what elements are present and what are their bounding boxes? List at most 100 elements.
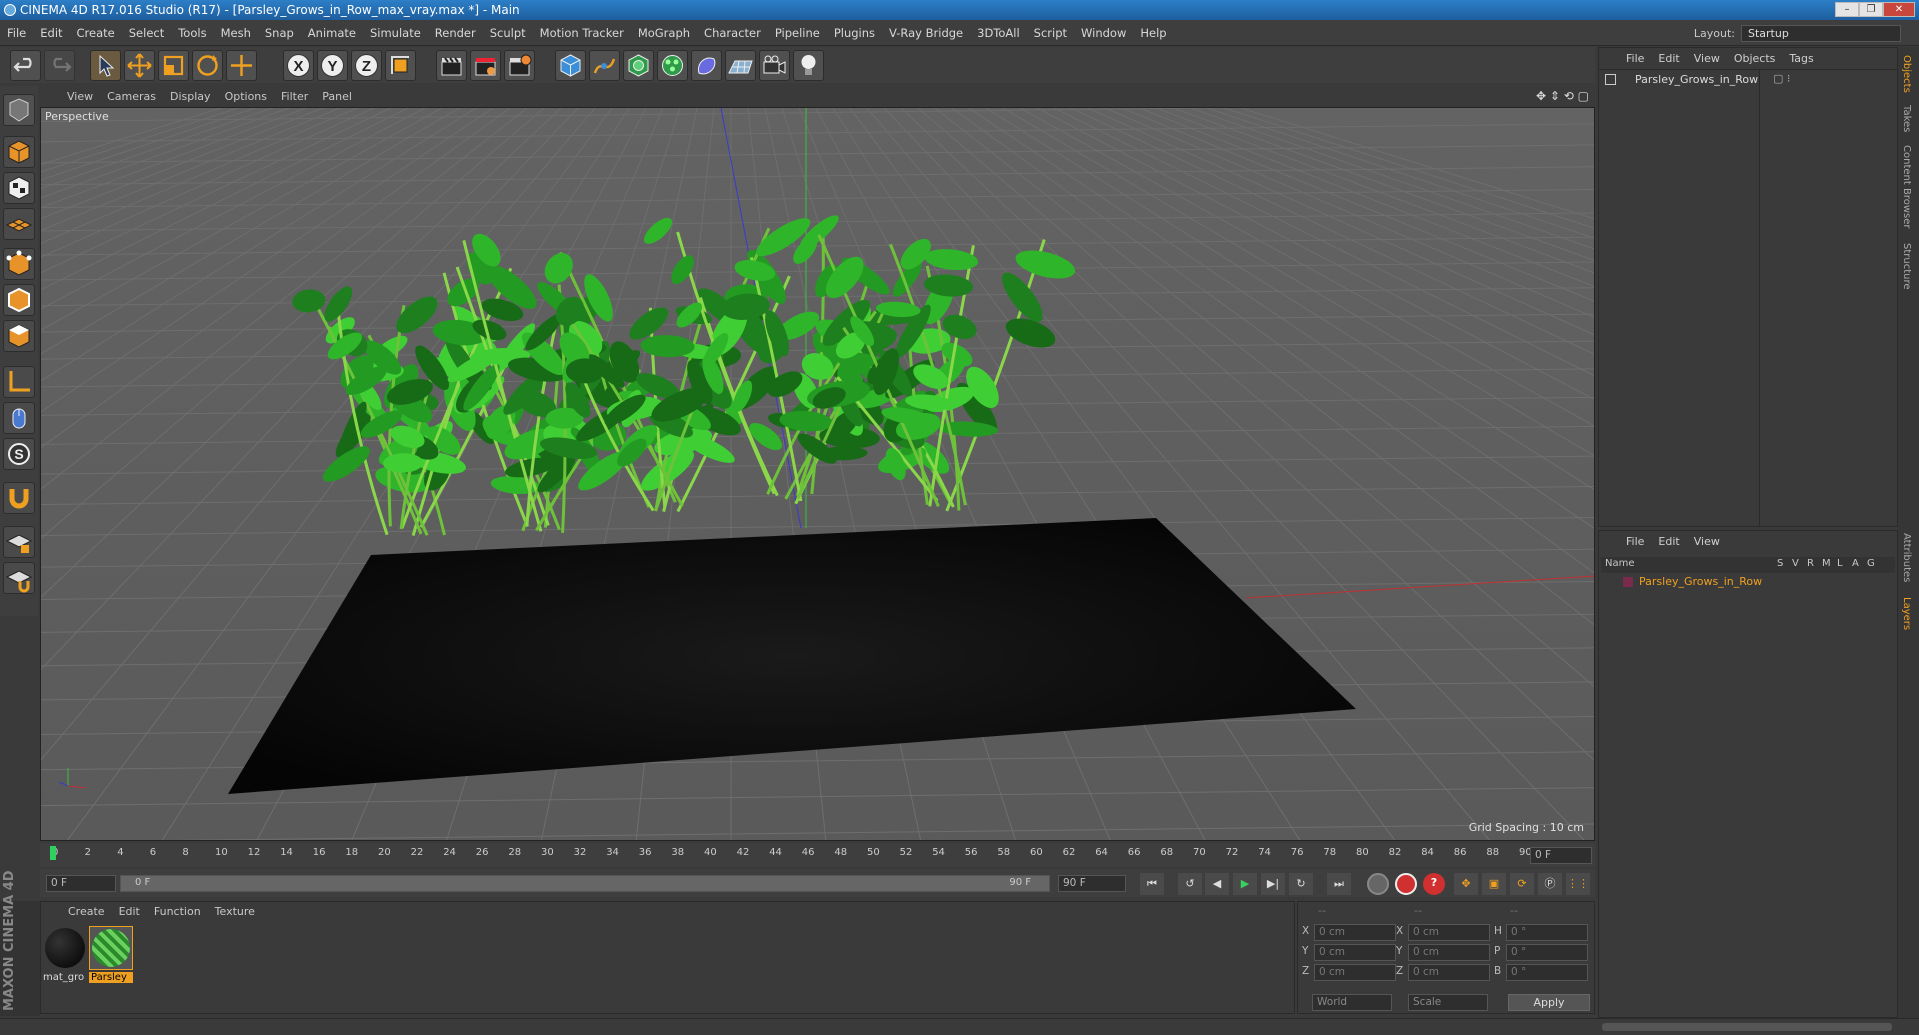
tab-attributes[interactable]: Attributes — [1901, 533, 1912, 582]
coord-value-field[interactable]: 0 ° — [1506, 944, 1588, 961]
move-tool-button[interactable] — [124, 50, 155, 81]
menu-item-create[interactable]: Create — [70, 20, 122, 46]
viewport-menu-cameras[interactable]: Cameras — [100, 86, 163, 107]
key-pla-button[interactable]: ⋮⋮ — [1566, 873, 1590, 895]
tab-structure[interactable]: Structure — [1901, 243, 1912, 290]
range-slider[interactable]: 0 F 90 F — [120, 875, 1050, 892]
menu-item-character[interactable]: Character — [697, 20, 768, 46]
object-menu-tags[interactable]: Tags — [1782, 48, 1820, 70]
key-move-button[interactable]: ✥ — [1454, 873, 1478, 895]
menu-item-sculpt[interactable]: Sculpt — [483, 20, 533, 46]
key-param-button[interactable]: Ⓟ — [1538, 873, 1562, 895]
workplane-mode-button[interactable] — [3, 208, 35, 240]
minimize-button[interactable]: – — [1835, 2, 1859, 17]
menu-item-tools[interactable]: Tools — [171, 20, 213, 46]
redo-button[interactable] — [44, 50, 75, 81]
menu-item-file[interactable]: File — [0, 20, 33, 46]
tab-content-browser[interactable]: Content Browser — [1901, 145, 1912, 228]
subdivision-button[interactable] — [623, 50, 654, 81]
object-row[interactable]: Parsley_Grows_in_Row ▢ ⁝ — [1603, 72, 1895, 88]
material-menu-texture[interactable]: Texture — [208, 902, 262, 922]
material-menu-function[interactable]: Function — [147, 902, 208, 922]
tab-layers[interactable]: Layers — [1901, 597, 1912, 630]
coord-value-field[interactable]: 0 cm — [1314, 944, 1396, 961]
x-axis-button[interactable]: X — [283, 50, 314, 81]
autokey-button[interactable]: ? — [1423, 873, 1445, 895]
layout-dropdown[interactable]: Startup — [1741, 24, 1901, 42]
menu-item-plugins[interactable]: Plugins — [827, 20, 882, 46]
material-menu-edit[interactable]: Edit — [112, 902, 147, 922]
menu-item-snap[interactable]: Snap — [258, 20, 301, 46]
floor-button[interactable] — [725, 50, 756, 81]
world-dropdown[interactable]: World — [1312, 994, 1392, 1011]
maximize-button[interactable]: ❐ — [1859, 2, 1883, 17]
light-button[interactable] — [793, 50, 824, 81]
viewport-menu-view[interactable]: View — [60, 86, 100, 107]
select-tool-button[interactable] — [90, 50, 121, 81]
model-mode-button[interactable] — [3, 136, 35, 168]
texture-mode-button[interactable] — [3, 172, 35, 204]
coord-value-field[interactable]: 0 ° — [1506, 924, 1588, 941]
tab-objects[interactable]: Objects — [1901, 55, 1912, 93]
material-swatch-selected[interactable] — [89, 926, 133, 970]
coordinate-system-button[interactable] — [385, 50, 416, 81]
solo-mode-button[interactable]: S — [3, 438, 35, 470]
layer-menu-edit[interactable]: Edit — [1651, 531, 1686, 553]
layer-menu-view[interactable]: View — [1687, 531, 1727, 553]
start-frame-field[interactable]: 0 F — [46, 875, 116, 892]
render-picture-viewer-button[interactable] — [470, 50, 501, 81]
close-button[interactable]: ✕ — [1883, 2, 1915, 17]
status-scrollbar[interactable] — [1602, 1023, 1892, 1031]
key-scale-button[interactable]: ▣ — [1482, 873, 1506, 895]
cube-button[interactable] — [555, 50, 586, 81]
viewport-menu-options[interactable]: Options — [218, 86, 274, 107]
menu-item-motion-tracker[interactable]: Motion Tracker — [533, 20, 631, 46]
transform-tool-button[interactable] — [226, 50, 257, 81]
menu-item-v-ray-bridge[interactable]: V-Ray Bridge — [882, 20, 970, 46]
timeline-ruler[interactable]: 0246810121416182022242628303234363840424… — [40, 843, 1595, 867]
record-button[interactable] — [1395, 873, 1417, 895]
object-menu-file[interactable]: File — [1619, 48, 1651, 70]
menu-item-simulate[interactable]: Simulate — [363, 20, 428, 46]
prev-frame-button[interactable]: ◀ — [1205, 873, 1229, 895]
edges-mode-button[interactable] — [3, 284, 35, 316]
use-model-mode-button[interactable] — [3, 94, 35, 126]
menu-item-3dtoall[interactable]: 3DToAll — [970, 20, 1027, 46]
z-axis-button[interactable]: Z — [351, 50, 382, 81]
material-menu-create[interactable]: Create — [61, 902, 112, 922]
menu-item-edit[interactable]: Edit — [33, 20, 69, 46]
coord-value-field[interactable]: 0 cm — [1408, 964, 1490, 981]
deformer-button[interactable] — [691, 50, 722, 81]
current-frame-field[interactable]: 0 F — [1530, 847, 1592, 864]
undo-button[interactable] — [10, 50, 41, 81]
coord-value-field[interactable]: 0 cm — [1408, 924, 1490, 941]
goto-start-button[interactable]: ⏮ — [1140, 873, 1164, 895]
points-mode-button[interactable] — [3, 248, 35, 280]
menu-item-mesh[interactable]: Mesh — [214, 20, 258, 46]
tab-takes[interactable]: Takes — [1901, 105, 1912, 132]
workplane-lock-button[interactable] — [3, 526, 35, 558]
3d-viewport[interactable]: Perspective Grid Spacing : 10 cm — [40, 107, 1595, 841]
record-off-button[interactable] — [1367, 873, 1389, 895]
snap-button[interactable] — [3, 482, 35, 514]
render-settings-button[interactable] — [504, 50, 535, 81]
menu-item-script[interactable]: Script — [1027, 20, 1074, 46]
tweak-mode-button[interactable] — [3, 402, 35, 434]
menu-item-pipeline[interactable]: Pipeline — [768, 20, 827, 46]
layer-menu-file[interactable]: File — [1619, 531, 1651, 553]
menu-item-animate[interactable]: Animate — [301, 20, 363, 46]
axis-mode-button[interactable] — [3, 366, 35, 398]
menu-item-mograph[interactable]: MoGraph — [631, 20, 697, 46]
menu-item-help[interactable]: Help — [1133, 20, 1173, 46]
layer-row[interactable]: Parsley_Grows_in_Row — [1601, 574, 1895, 590]
viewport-menu-filter[interactable]: Filter — [274, 86, 315, 107]
menu-item-select[interactable]: Select — [122, 20, 171, 46]
viewport-nav-icons[interactable]: ✥ ⇕ ⟲ ▢ — [1536, 89, 1589, 103]
prev-key-button[interactable]: ↺ — [1178, 873, 1202, 895]
scale-dropdown[interactable]: Scale — [1408, 994, 1488, 1011]
spline-pen-button[interactable] — [589, 50, 620, 81]
apply-button[interactable]: Apply — [1508, 994, 1590, 1011]
object-menu-edit[interactable]: Edit — [1651, 48, 1686, 70]
end-frame-field[interactable]: 90 F — [1058, 875, 1126, 892]
y-axis-button[interactable]: Y — [317, 50, 348, 81]
